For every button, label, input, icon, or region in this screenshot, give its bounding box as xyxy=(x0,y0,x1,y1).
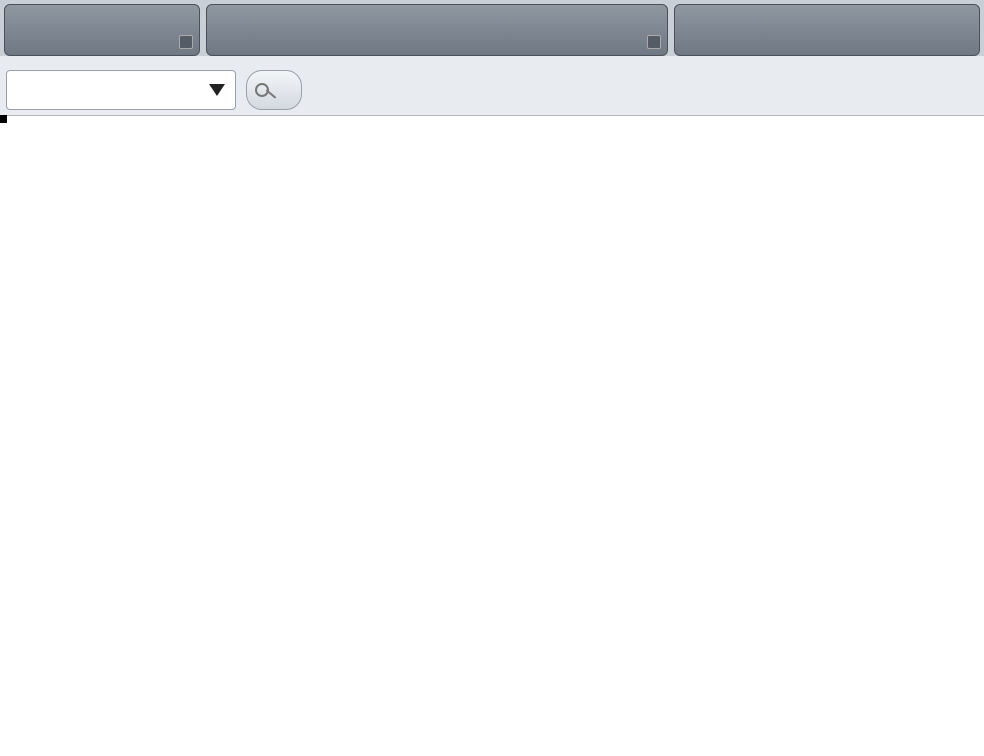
fill-handle[interactable] xyxy=(0,115,7,123)
name-box[interactable] xyxy=(6,70,236,110)
cancel-formula-button[interactable] xyxy=(246,70,302,110)
ribbon-group-font[interactable] xyxy=(206,4,668,56)
ribbon-group-clipboard[interactable] xyxy=(4,4,200,56)
dialog-launcher-icon[interactable] xyxy=(179,35,193,49)
dialog-launcher-icon[interactable] xyxy=(647,35,661,49)
active-cell-outline xyxy=(0,116,6,122)
formula-bar-input[interactable] xyxy=(350,70,978,110)
annotation-arrow-icon xyxy=(0,116,984,756)
formula-bar-row xyxy=(0,56,984,116)
chevron-down-icon[interactable] xyxy=(209,84,225,96)
ribbon-group-alignment[interactable] xyxy=(674,4,980,56)
ribbon-group-row xyxy=(0,0,984,56)
